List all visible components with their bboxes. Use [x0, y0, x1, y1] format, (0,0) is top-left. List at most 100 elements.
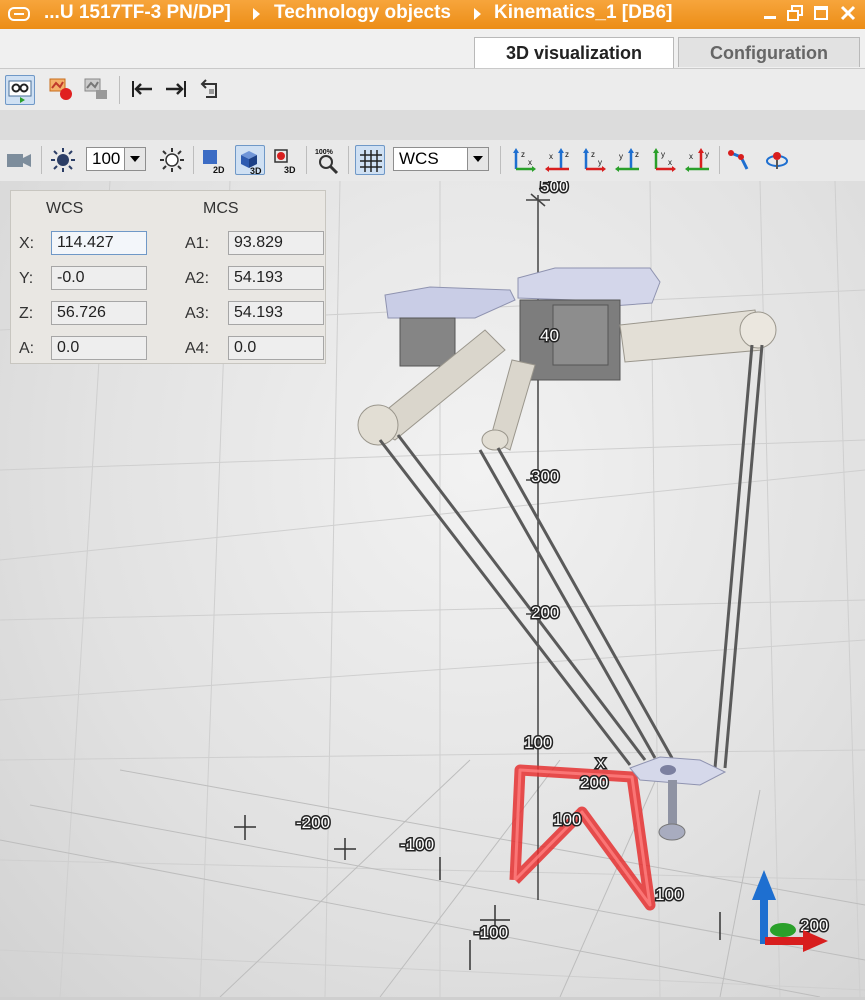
record-trace-button[interactable] — [47, 75, 77, 105]
cube-2d-icon: 2D — [203, 150, 225, 175]
axis-triad — [752, 870, 828, 952]
view-3d-button[interactable]: 3D — [235, 145, 265, 176]
svg-text:3D: 3D — [250, 166, 262, 176]
cube-3d-icon: 3D — [241, 151, 262, 176]
float-window-icon[interactable] — [813, 5, 829, 21]
sun-light-icon — [160, 148, 184, 172]
z-tick-400: 40 — [540, 326, 559, 345]
svg-text:z: z — [591, 150, 595, 159]
mcs-a3-value[interactable]: 54.193 — [228, 301, 324, 325]
breadcrumb-cpu[interactable]: ...U 1517TF-3 PN/DP] — [44, 2, 231, 24]
kinematics-view-button[interactable] — [725, 145, 755, 175]
plane-xz-icon: x z — [545, 148, 569, 172]
svg-text:z: z — [635, 150, 639, 159]
y-tick-minus-100: -100 — [474, 923, 508, 942]
view-xy-button[interactable]: x y — [683, 145, 713, 175]
robot-rods — [378, 344, 764, 769]
z-tick-500: 500 — [540, 181, 568, 196]
camera-button[interactable] — [4, 145, 34, 175]
grid-icon — [360, 150, 382, 172]
magnifier-icon: 100% — [315, 149, 339, 175]
mcs-a1-value[interactable]: 93.829 — [228, 231, 324, 255]
wcs-y-value[interactable]: -0.0 — [51, 266, 147, 290]
coordinate-system-select[interactable]: WCS — [393, 147, 489, 171]
brightness-down-button[interactable] — [48, 145, 78, 175]
svg-text:x: x — [549, 152, 553, 161]
coordinate-system-value: WCS — [399, 149, 439, 168]
svg-text:y: y — [661, 150, 665, 159]
breadcrumb-technology-objects[interactable]: Technology objects — [274, 2, 451, 24]
plane-zy-icon: z y — [583, 148, 606, 172]
export-button[interactable] — [162, 75, 192, 105]
return-arrow-icon — [200, 79, 217, 98]
z-tick-300: 300 — [531, 467, 559, 486]
tab-configuration[interactable]: Configuration — [678, 37, 860, 67]
wcs-a-value[interactable]: 0.0 — [51, 336, 147, 360]
tab-strip: 3D visualization Configuration — [0, 29, 865, 68]
view-3d-trace-button[interactable]: 3D — [270, 145, 300, 175]
brightness-up-button[interactable] — [157, 145, 187, 175]
mcs-a4-value[interactable]: 0.0 — [228, 336, 324, 360]
coordinates-panel: WCS MCS X: 114.427 A1: 93.829 Y: -0.0 A2… — [10, 190, 326, 364]
toolbar-separator — [348, 146, 349, 174]
wcs-a-label: A: — [19, 340, 35, 357]
breadcrumb-kinematics[interactable]: Kinematics_1 [DB6] — [494, 2, 672, 24]
import-button[interactable] — [128, 75, 158, 105]
cube-trace-3d-icon: 3D — [274, 149, 296, 175]
floor-grid — [0, 759, 865, 997]
close-icon[interactable] — [840, 5, 856, 21]
arrow-left-into-icon — [132, 81, 152, 97]
wcs-x-label: X: — [19, 235, 35, 252]
delete-trace-button[interactable] — [82, 75, 112, 105]
view-2d-button[interactable]: 2D — [199, 145, 229, 175]
x-tick-minus-100: -100 — [400, 835, 434, 854]
minimize-icon[interactable] — [762, 5, 778, 21]
toolbar-separator — [306, 146, 307, 174]
view-zx-button[interactable]: z x — [508, 145, 538, 175]
mcs-a2-value[interactable]: 54.193 — [228, 266, 324, 290]
svg-text:2D: 2D — [213, 165, 225, 175]
title-bar: ...U 1517TF-3 PN/DP] Technology objects … — [0, 0, 865, 29]
toolbar-separator — [193, 146, 194, 174]
x-marker-label: X — [596, 755, 606, 771]
editor-icon — [8, 7, 30, 21]
view-xz-button[interactable]: x z — [543, 145, 573, 175]
mcs-a4-label: A4: — [185, 340, 210, 357]
monitor-button[interactable] — [5, 75, 35, 105]
zoom-fit-button[interactable]: 100% — [312, 145, 342, 175]
brightness-select[interactable]: 100 — [86, 147, 146, 171]
view-toolbar: 100 2D 3D 3D 100% WCS z x x z z y y z y … — [0, 140, 865, 181]
trace-delete-icon — [84, 78, 107, 99]
svg-text:3D: 3D — [284, 165, 296, 175]
svg-text:y: y — [598, 158, 602, 167]
chevron-down-icon[interactable] — [467, 148, 488, 170]
mcs-header: MCS — [203, 200, 239, 217]
toolbar-separator — [719, 146, 720, 174]
wcs-z-label: Z: — [19, 305, 34, 322]
arrow-right-out-icon — [166, 81, 186, 97]
mcs-a1-label: A1: — [185, 235, 210, 252]
reset-button[interactable] — [196, 75, 226, 105]
wcs-x-value[interactable]: 114.427 — [51, 231, 147, 255]
wcs-z-value[interactable]: 56.726 — [51, 301, 147, 325]
restore-icon[interactable] — [787, 5, 803, 21]
grid-toggle-button[interactable] — [355, 145, 385, 175]
svg-text:z: z — [565, 150, 569, 159]
main-toolbar — [0, 68, 865, 111]
breadcrumb-separator-icon — [253, 8, 260, 20]
svg-text:z: z — [521, 150, 525, 159]
breadcrumb-separator-icon — [474, 8, 481, 20]
view-zy-button[interactable]: z y — [578, 145, 608, 175]
path-label-100: 100 — [553, 810, 581, 829]
plane-yx-icon: y x — [653, 148, 676, 172]
plane-zx-icon: z x — [513, 148, 536, 172]
view-yz-button[interactable]: y z — [613, 145, 643, 175]
rotate-view-button[interactable] — [762, 145, 792, 175]
toolbar-gap — [0, 110, 865, 140]
tab-3d-visualization[interactable]: 3D visualization — [474, 37, 674, 68]
view-yx-button[interactable]: y x — [648, 145, 678, 175]
camera-icon — [7, 154, 31, 167]
chevron-down-icon[interactable] — [124, 148, 145, 170]
plane-xy-icon: x y — [685, 148, 709, 172]
brightness-value: 100 — [92, 149, 121, 168]
